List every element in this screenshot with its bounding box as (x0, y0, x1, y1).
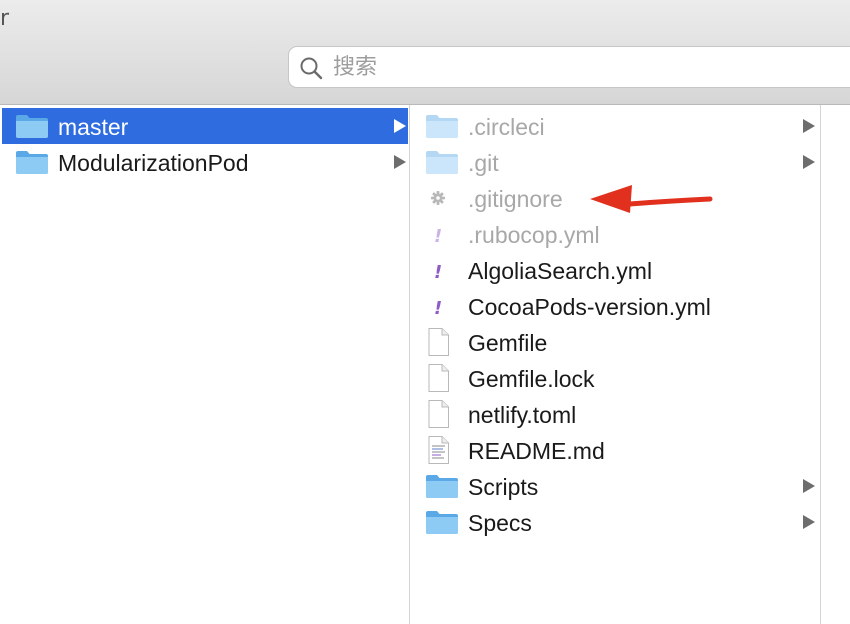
svg-text:!: ! (434, 226, 442, 247)
item-label: README.md (468, 438, 605, 464)
list-item-git[interactable]: .git (411, 144, 820, 180)
item-label: AlgoliaSearch.yml (468, 258, 653, 284)
search-input[interactable] (333, 47, 833, 87)
yaml-file-icon: ! (434, 298, 442, 319)
item-label: ModularizationPod (58, 150, 249, 176)
list-item-netlify-toml[interactable]: netlify.toml (411, 396, 820, 432)
gear-icon (431, 191, 445, 205)
file-icon (428, 400, 449, 428)
file-icon (428, 328, 449, 356)
item-label: netlify.toml (468, 402, 577, 428)
chevron-right-icon (394, 155, 406, 169)
annotation-arrow-icon (590, 185, 713, 213)
item-label: .circleci (468, 114, 545, 140)
item-label: .rubocop.yml (468, 222, 600, 248)
folder-icon (426, 115, 458, 138)
list-item-circleci[interactable]: .circleci (411, 108, 820, 144)
browser-column-1[interactable]: master ModularizationPod (0, 105, 410, 624)
item-label: .git (468, 150, 499, 176)
item-label: Gemfile.lock (468, 366, 595, 392)
file-icon (428, 364, 449, 392)
chevron-right-icon (803, 515, 815, 529)
folder-icon (16, 151, 48, 174)
folder-icon (426, 475, 458, 498)
folder-icon (426, 151, 458, 174)
list-item-specs[interactable]: Specs (411, 504, 820, 540)
chevron-right-icon (394, 119, 406, 133)
list-item-algoliasearch[interactable]: ! AlgoliaSearch.yml (411, 252, 820, 288)
folder-icon (426, 511, 458, 534)
list-item-cocoapods-version[interactable]: ! CocoaPods-version.yml (411, 288, 820, 324)
list-item-readme[interactable]: README.md (411, 432, 820, 468)
yaml-file-icon: ! (434, 262, 442, 283)
chevron-right-icon (803, 155, 815, 169)
list-item-modularizationpod[interactable]: ModularizationPod (2, 144, 408, 180)
search-field[interactable] (288, 46, 850, 88)
text-file-icon (428, 436, 449, 464)
item-label: master (58, 114, 129, 140)
chevron-right-icon (803, 119, 815, 133)
item-label: Specs (468, 510, 532, 536)
list-item-rubocop[interactable]: ! .rubocop.yml (411, 216, 820, 252)
item-label: Scripts (468, 474, 539, 500)
toolbar-partial-glyph: r (0, 6, 10, 31)
yaml-file-icon: ! (434, 226, 442, 247)
chevron-right-icon (803, 479, 815, 493)
search-icon (300, 57, 323, 80)
item-label: Gemfile (468, 330, 548, 356)
list-item-scripts[interactable]: Scripts (411, 468, 820, 504)
list-item-master[interactable]: master (2, 108, 408, 144)
list-item-gemfile[interactable]: Gemfile (411, 324, 820, 360)
list-item-gemfile-lock[interactable]: Gemfile.lock (411, 360, 820, 396)
svg-text:!: ! (434, 262, 442, 283)
item-label: CocoaPods-version.yml (468, 294, 711, 320)
finder-toolbar: r (0, 0, 850, 105)
svg-text:!: ! (434, 298, 442, 319)
folder-icon (16, 115, 48, 138)
item-label: .gitignore (468, 186, 563, 212)
